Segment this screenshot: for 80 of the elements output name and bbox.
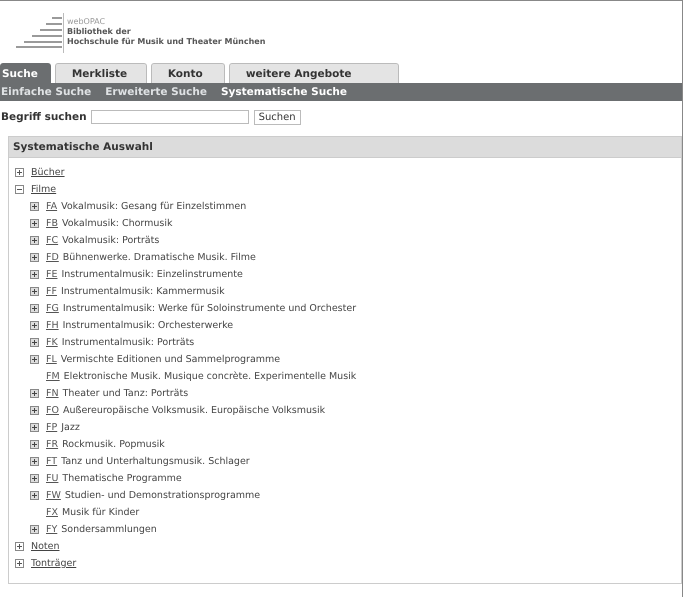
class-label: Instrumentalmusik: Orchesterwerke [62,320,234,331]
expand-toggle-icon[interactable] [30,219,39,228]
expand-toggle-icon[interactable] [30,474,39,483]
class-label: Elektronische Musik. Musique concrète. Experimentelle Musik [64,371,356,382]
category-link[interactable]: Noten [31,541,60,552]
expand-toggle-icon[interactable] [30,304,39,313]
nav-tab[interactable]: weitere Angebote [228,63,399,83]
search-button[interactable]: Suchen [254,110,301,124]
expand-toggle-icon[interactable] [30,253,39,262]
category-link[interactable]: Filme [31,184,56,195]
expand-toggle-icon[interactable] [30,406,39,415]
class-code-link[interactable]: FK [46,337,58,348]
expand-toggle-icon[interactable] [30,457,39,466]
class-code-link[interactable]: FA [46,201,58,212]
class-code-link[interactable]: FL [46,354,57,365]
expand-toggle-icon[interactable] [15,542,24,551]
library-name: Hochschule für Musik und Theater München [67,37,266,47]
class-code-link[interactable]: FY [46,524,58,535]
expand-toggle-icon[interactable] [30,389,39,398]
expand-toggle-icon[interactable] [15,168,24,177]
class-label: Vokalmusik: Chormusik [62,218,173,229]
class-code-link[interactable]: FD [46,252,59,263]
class-label: Studien- und Demonstrationsprogramme [64,490,260,501]
expand-toggle-icon[interactable] [30,338,39,347]
expand-toggle-icon[interactable] [30,202,39,211]
panel-title: Systematische Auswahl [9,137,681,158]
class-label: Tanz und Unterhaltungsmusik. Schlager [61,456,250,467]
subnav-link[interactable]: Einfache Suche [1,86,92,98]
class-code-link[interactable]: FE [46,269,58,280]
class-code-link[interactable]: FO [46,405,59,416]
class-label: Jazz [61,422,80,433]
expand-toggle-icon[interactable] [30,287,39,296]
search-label: Begriff suchen [1,111,87,123]
category-link[interactable]: Bücher [31,167,65,178]
nav-tab[interactable]: Merkliste [54,63,147,83]
class-label: Außereuropäische Volksmusik. Europäische Volksmusik [62,405,326,416]
class-code-link[interactable]: FM [46,371,60,382]
class-code-link[interactable]: FF [46,286,57,297]
class-label: Instrumentalmusik: Porträts [62,337,194,348]
subnav-link[interactable]: Erweiterte Suche [105,86,207,98]
class-code-link[interactable]: FT [46,456,58,467]
class-code-link[interactable]: FC [46,235,58,246]
search-field[interactable] [90,110,249,124]
class-label: Bühnenwerke. Dramatische Musik. Filme [62,252,256,263]
class-code-link[interactable]: FX [46,507,58,518]
class-label: Instrumentalmusik: Kammermusik [60,286,225,297]
class-label: Theater und Tanz: Porträts [62,388,188,399]
class-label: Vermischte Editionen und Sammelprogramme [60,354,280,365]
nav-tab[interactable]: Suche [0,63,51,83]
product-name: webOPAC [67,17,106,27]
expand-toggle-icon[interactable] [30,491,39,500]
class-code-link[interactable]: FG [46,303,59,314]
class-code-link[interactable]: FP [46,422,58,433]
expand-toggle-icon[interactable] [30,525,39,534]
expand-toggle-icon[interactable] [30,236,39,245]
expand-toggle-icon[interactable] [30,355,39,364]
expand-toggle-icon[interactable] [30,270,39,279]
class-label: Instrumentalmusik: Werke für Soloinstrumente und Orchester [62,303,356,314]
class-code-link[interactable]: FH [46,320,59,331]
nav-tab[interactable]: Konto [150,63,225,83]
class-label: Musik für Kinder [62,507,140,518]
category-link[interactable]: Tonträger [31,558,76,569]
class-label: Vokalmusik: Gesang für Einzelstimmen [61,201,246,212]
class-code-link[interactable]: FW [46,490,61,501]
class-label: Rockmusik. Popmusik [62,439,165,450]
expand-toggle-icon[interactable] [30,321,39,330]
expand-toggle-icon[interactable] [15,185,24,194]
class-label: Thematische Programme [62,473,182,484]
expand-toggle-icon[interactable] [30,440,39,449]
expand-toggle-icon[interactable] [30,423,39,432]
subnav-link[interactable]: Systematische Suche [220,86,348,98]
class-code-link[interactable]: FU [46,473,58,484]
class-code-link[interactable]: FN [46,388,59,399]
class-code-link[interactable]: FB [46,218,58,229]
class-label: Sondersammlungen [61,524,157,535]
class-label: Vokalmusik: Porträts [62,235,160,246]
class-code-link[interactable]: FR [46,439,58,450]
library-name: Bibliothek der [67,27,132,37]
class-label: Instrumentalmusik: Einzelinstrumente [61,269,243,280]
expand-toggle-icon[interactable] [15,559,24,568]
